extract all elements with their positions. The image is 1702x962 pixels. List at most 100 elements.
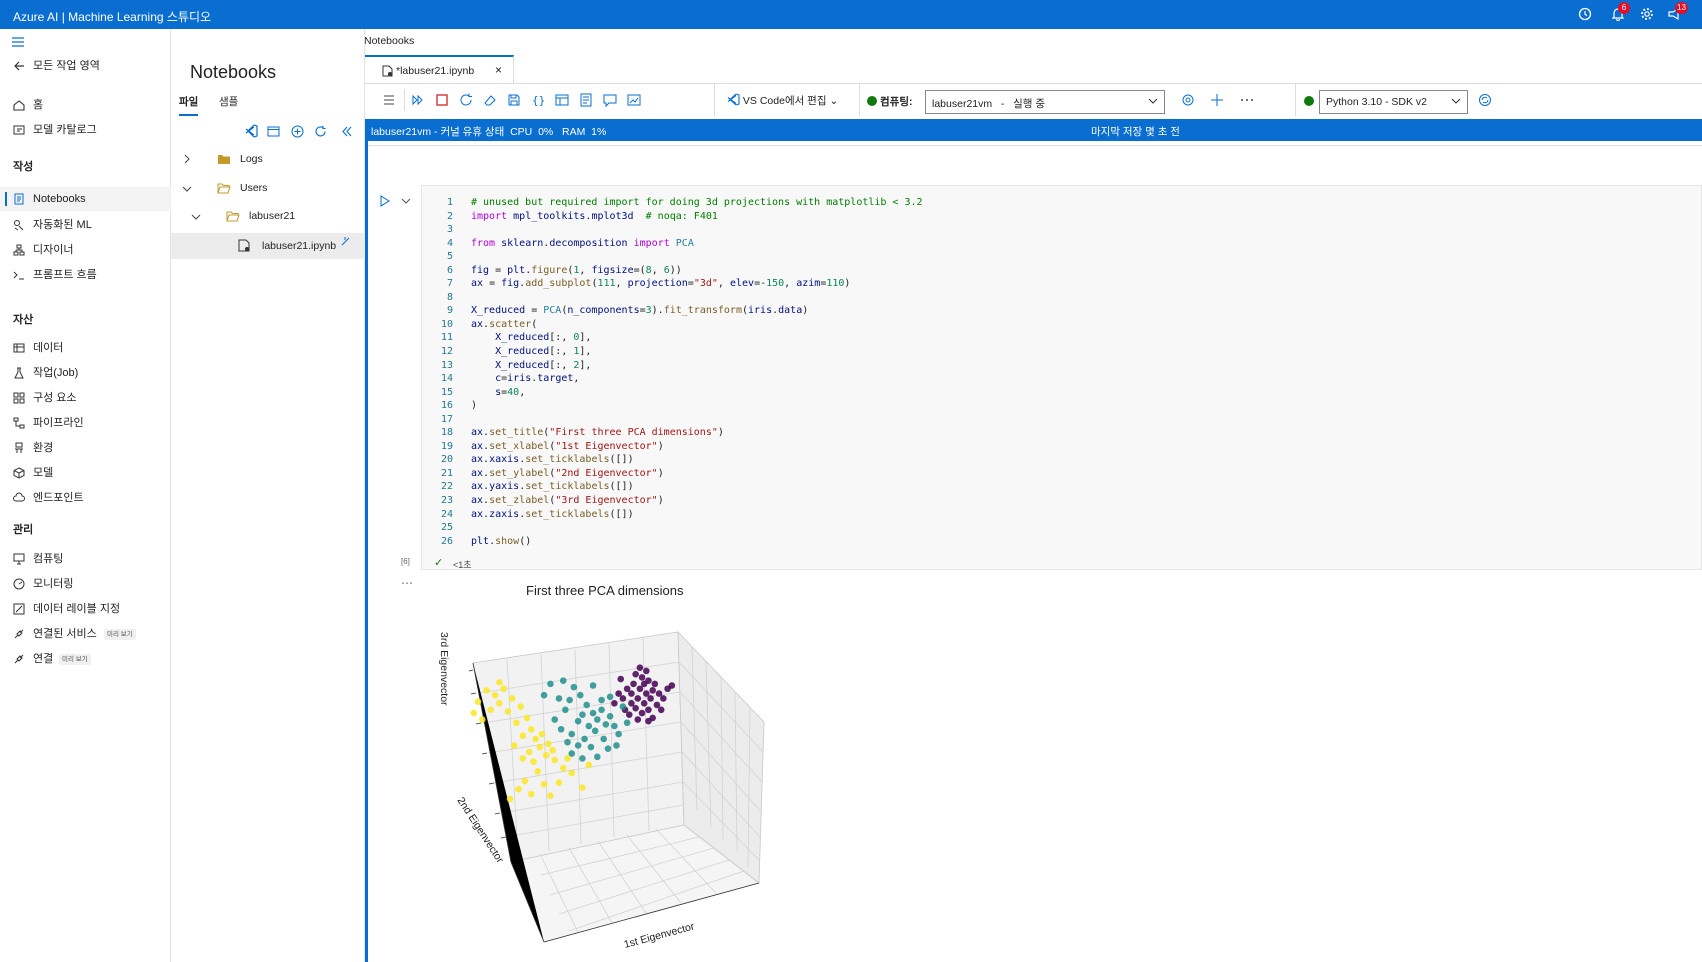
scatter-point (525, 748, 533, 756)
kernel-select[interactable]: Python 3.10 - SDK v2 (1319, 90, 1468, 114)
nav-back[interactable]: 모든 작업 영역 (0, 54, 171, 78)
scatter-point (549, 747, 556, 754)
collapse-icon[interactable] (340, 125, 353, 141)
tab-samples[interactable]: 샘플 (219, 94, 238, 109)
tree-item-logs[interactable]: Logs (171, 147, 365, 173)
scatter-point (542, 751, 550, 759)
scatter-point (574, 717, 582, 725)
home-icon (13, 100, 25, 111)
menu-icon[interactable] (381, 92, 397, 108)
edit-indicator-icon (340, 235, 352, 250)
code-text: plt.show() (471, 535, 532, 547)
code-text: ax.zaxis.set_ticklabels([]) (471, 508, 634, 520)
scatter-point (606, 712, 614, 720)
run-all-icon[interactable] (410, 92, 426, 108)
code-text: s=40, (495, 386, 526, 398)
stop-icon[interactable] (434, 92, 450, 108)
chevron-down-icon[interactable] (401, 196, 411, 208)
tree-label: Logs (240, 153, 263, 165)
nav-model-catalog[interactable]: 모델 카탈로그 (0, 118, 171, 142)
nav-automl[interactable]: 자동화된 ML (0, 213, 171, 237)
more-icon[interactable] (1239, 92, 1255, 108)
refresh-icon[interactable] (314, 125, 327, 141)
execution-time: <1초 (453, 560, 472, 570)
nav-designer[interactable]: 디자이너 (0, 238, 171, 262)
scatter-point (647, 695, 654, 702)
comment-icon[interactable] (602, 92, 618, 108)
scatter-point (534, 768, 541, 775)
scatter-point (491, 691, 499, 699)
nav-endpoints[interactable]: 엔드포인트 (0, 486, 171, 510)
save-icon[interactable] (506, 92, 522, 108)
scatter-point (645, 677, 652, 684)
close-icon[interactable]: × (495, 63, 502, 77)
tree-item-users[interactable]: Users (171, 176, 365, 202)
nav-monitoring[interactable]: 모니터링 (0, 572, 171, 596)
code-braces-icon[interactable]: {} (530, 92, 546, 108)
tree-item-labuser21[interactable]: labuser21 (171, 204, 365, 230)
tree-item-notebook-file[interactable]: labuser21.ipynb (171, 233, 365, 259)
line-number: 13 (440, 359, 453, 371)
code-text: c=iris.target, (495, 373, 580, 385)
code-line: 22 ax.yaxis.set_ticklabels([]) (421, 480, 1121, 494)
chart-title: First three PCA dimensions (526, 583, 684, 598)
clock-icon[interactable] (1577, 6, 1593, 22)
prompt-icon (13, 271, 24, 280)
sync-icon[interactable] (1477, 92, 1493, 108)
gear-icon[interactable] (1639, 6, 1655, 22)
breadcrumb-current: Notebooks (364, 35, 415, 47)
output-more-icon[interactable]: ⋯ (401, 576, 413, 590)
nav-home[interactable]: 홈 (0, 93, 171, 117)
nav-models[interactable]: 모델 (0, 461, 171, 485)
nav-components[interactable]: 구성 요소 (0, 386, 171, 410)
nav-section-author: 작성 (13, 161, 34, 173)
nav-labeling[interactable]: 데이터 레이블 지정 (0, 597, 171, 621)
code-text: fig = plt.figure(1, figsize=(8, 6)) (471, 264, 682, 276)
scatter-point (581, 735, 588, 743)
scatter-point (651, 680, 659, 688)
tab-files[interactable]: 파일 (179, 94, 199, 116)
nav-jobs[interactable]: 작업(Job) (0, 361, 171, 385)
variables-icon[interactable] (554, 92, 570, 108)
nav-components-label: 구성 요소 (33, 392, 77, 404)
nav-promptflow[interactable]: 프롬프트 흐름 (0, 263, 171, 287)
scatter-point (579, 755, 586, 762)
scatter-point (591, 727, 599, 735)
vscode-edit-button[interactable]: VS Code에서 편집 ⌄ (727, 93, 838, 108)
scatter-point (615, 730, 622, 738)
nav-data[interactable]: 데이터 (0, 336, 171, 360)
terminal-icon[interactable] (267, 125, 280, 141)
line-number: 7 (446, 278, 453, 290)
hamburger-icon[interactable] (11, 35, 25, 52)
add-icon[interactable] (291, 125, 304, 141)
editor-tab[interactable]: *labuser21.ipynb × (365, 55, 514, 83)
app-title[interactable]: Azure AI | Machine Learning 스튜디오 (13, 8, 211, 25)
line-number: 2 (446, 210, 453, 222)
editor-tab-label: *labuser21.ipynb (396, 65, 475, 77)
vscode-icon[interactable] (244, 124, 258, 141)
scatter-point (645, 717, 652, 725)
code-text: import mpl_toolkits.mplot3d # noqa: F401 (471, 210, 718, 222)
eraser-icon[interactable] (482, 92, 498, 108)
bell-icon[interactable]: 6 (1610, 2, 1630, 22)
outline-icon[interactable] (578, 92, 594, 108)
compute-details-icon[interactable] (1180, 92, 1196, 108)
feedback-icon[interactable]: 13 (1667, 2, 1688, 22)
scatter-point (559, 764, 567, 772)
nav-environments[interactable]: 환경 (0, 436, 171, 460)
nav-compute[interactable]: 컴퓨팅 (0, 547, 171, 571)
add-compute-icon[interactable] (1209, 92, 1225, 108)
scatter-point (649, 687, 656, 694)
restart-icon[interactable] (458, 92, 474, 108)
line-number: 21 (440, 467, 453, 479)
monitor-icon (13, 553, 25, 565)
code-line: 24 ax.zaxis.set_ticklabels([]) (421, 508, 1121, 522)
run-cell-icon[interactable] (380, 195, 390, 210)
nav-connections[interactable]: 연결 미리 보기 (0, 647, 171, 671)
nav-endpoints-label: 엔드포인트 (33, 492, 84, 504)
nav-notebooks[interactable]: Notebooks (0, 187, 171, 211)
image-icon[interactable] (626, 92, 642, 108)
compute-select[interactable]: labuser21vm - 실행 중 (925, 90, 1165, 114)
nav-pipelines[interactable]: 파이프라인 (0, 411, 171, 435)
nav-connected-services[interactable]: 연결된 서비스 미리 보기 (0, 622, 171, 646)
